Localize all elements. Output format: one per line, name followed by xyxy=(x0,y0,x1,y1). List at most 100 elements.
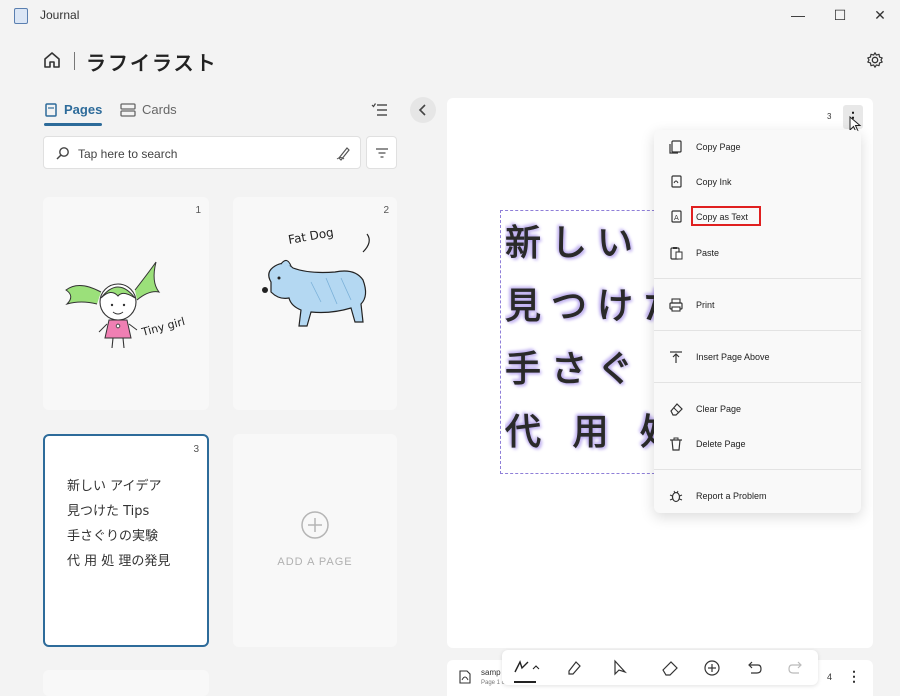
pen-tool-icon xyxy=(514,660,540,673)
canvas-line: 新しい ア xyxy=(505,223,655,265)
redo-button[interactable] xyxy=(786,658,806,678)
paste-icon xyxy=(670,247,683,260)
eraser-tool-icon xyxy=(662,661,678,676)
title-bar: Journal — ☐ ✕ xyxy=(0,0,900,30)
page-number: 1 xyxy=(195,205,201,216)
canvas-handwriting: 新しい ア 見つけた 手さぐ 代 用 処 xyxy=(505,214,655,472)
girl-sketch: Tiny girl xyxy=(65,261,186,349)
copy-page-icon xyxy=(669,140,682,154)
search-icon xyxy=(56,147,69,160)
filter-button[interactable] xyxy=(366,136,397,169)
menu-item-label: Paste xyxy=(696,248,720,258)
add-circle-icon xyxy=(301,511,329,539)
menu-item-label: Insert Page Above xyxy=(696,352,770,362)
menu-item-label: Copy Ink xyxy=(696,177,732,187)
handwriting-line: 見つけた Tips xyxy=(67,504,150,519)
menu-item-label: Copy Page xyxy=(696,142,741,152)
tab-pages-label: Pages xyxy=(64,102,103,117)
menu-separator xyxy=(654,278,861,279)
menu-item-copy-as-text[interactable]: A Copy as Text xyxy=(654,202,861,232)
attachment-name: samp xyxy=(481,668,501,677)
tab-cards-label: Cards xyxy=(142,102,177,117)
page-number: 2 xyxy=(383,205,389,216)
pen-tool-button[interactable] xyxy=(512,658,544,678)
menu-item-delete-page[interactable]: Delete Page xyxy=(654,429,861,459)
menu-item-paste[interactable]: Paste xyxy=(654,238,861,268)
collapse-sidebar-button[interactable] xyxy=(410,97,436,123)
menu-item-label: Delete Page xyxy=(696,439,746,449)
eraser-button[interactable] xyxy=(660,658,680,678)
girl-caption: Tiny girl xyxy=(139,315,186,339)
highlighter-icon xyxy=(568,661,581,675)
menu-item-print[interactable]: Print xyxy=(654,290,861,320)
menu-item-copy-page[interactable]: Copy Page xyxy=(654,132,861,162)
pen-search-icon[interactable] xyxy=(336,145,352,161)
app-title: Journal xyxy=(40,8,80,22)
menu-item-report-problem[interactable]: Report a Problem xyxy=(654,481,861,511)
menu-item-copy-ink[interactable]: Copy Ink xyxy=(654,167,861,197)
ink-toolbar xyxy=(502,650,818,685)
attachment-more-button[interactable]: ⋮ xyxy=(847,668,861,685)
menu-separator xyxy=(654,330,861,331)
menu-item-label: Print xyxy=(696,300,715,310)
filter-icon xyxy=(375,147,388,158)
gear-icon[interactable] xyxy=(866,51,884,69)
copy-text-icon: A xyxy=(671,210,682,223)
insert-button[interactable] xyxy=(702,658,722,678)
insert-page-icon xyxy=(670,351,682,363)
select-pointer-icon xyxy=(614,659,627,676)
svg-text:A: A xyxy=(674,214,679,222)
page-thumbnail-peek[interactable] xyxy=(43,670,209,696)
add-page-button[interactable]: ADD A PAGE xyxy=(233,434,397,647)
breadcrumb-separator xyxy=(74,52,75,70)
trash-icon xyxy=(670,437,682,451)
redo-icon xyxy=(788,661,802,674)
menu-separator xyxy=(654,469,861,470)
attachment-page-count: 4 xyxy=(827,672,833,682)
tab-pages[interactable]: Pages xyxy=(44,102,102,117)
page-thumbnail-3[interactable]: 3 新しい アイデア 見つけた Tips 手さぐりの実験 代 用 処 理の発見 xyxy=(43,434,209,647)
journal-app-icon xyxy=(14,8,28,24)
highlight-box xyxy=(691,206,761,226)
maximize-button[interactable]: ☐ xyxy=(818,0,862,30)
lasso-select-button[interactable] xyxy=(610,658,630,678)
print-icon xyxy=(669,298,683,312)
dog-sketch: Fat Dog xyxy=(262,225,370,327)
bug-icon xyxy=(669,490,683,503)
menu-item-label: Clear Page xyxy=(696,404,742,414)
chevron-left-icon xyxy=(418,104,426,116)
pdf-file-icon xyxy=(459,670,471,684)
tab-cards[interactable]: Cards xyxy=(120,102,177,117)
pages-icon xyxy=(45,102,57,117)
add-page-label: ADD A PAGE xyxy=(277,556,353,568)
home-icon[interactable] xyxy=(42,50,62,70)
close-button[interactable]: ✕ xyxy=(858,0,900,30)
menu-item-insert-page-above[interactable]: Insert Page Above xyxy=(654,342,861,372)
copy-ink-icon xyxy=(671,175,682,188)
menu-separator xyxy=(654,382,861,383)
handwriting-line: 代 用 処 理の発見 xyxy=(67,554,171,569)
minimize-button[interactable]: — xyxy=(776,0,820,30)
handwriting-line: 新しい アイデア xyxy=(67,479,162,494)
canvas-page-number: 3 xyxy=(827,112,832,121)
highlighter-button[interactable] xyxy=(564,658,584,678)
menu-item-label: Report a Problem xyxy=(696,491,767,501)
cards-icon xyxy=(120,102,136,117)
active-tool-indicator xyxy=(514,681,536,683)
page-number: 3 xyxy=(193,444,199,455)
page-thumbnail-2[interactable]: 2 Fat Dog xyxy=(233,197,397,410)
search-placeholder: Tap here to search xyxy=(78,147,178,161)
list-options-icon[interactable] xyxy=(371,102,389,118)
active-tab-indicator xyxy=(44,123,102,126)
add-circle-icon xyxy=(704,660,720,676)
page-3-handwriting: 新しい アイデア 見つけた Tips 手さぐりの実験 代 用 処 理の発見 xyxy=(67,474,170,574)
canvas-line: 見つけた xyxy=(505,286,655,328)
menu-item-clear-page[interactable]: Clear Page xyxy=(654,394,861,424)
undo-icon xyxy=(748,661,762,674)
undo-button[interactable] xyxy=(744,658,764,678)
search-input[interactable]: Tap here to search xyxy=(43,136,361,169)
handwriting-line: 手さぐりの実験 xyxy=(67,529,159,544)
page-thumbnail-1[interactable]: 1 Tiny girl xyxy=(43,197,209,410)
canvas-line: 代 用 処 xyxy=(505,412,655,454)
canvas-line: 手さぐ xyxy=(505,349,644,391)
